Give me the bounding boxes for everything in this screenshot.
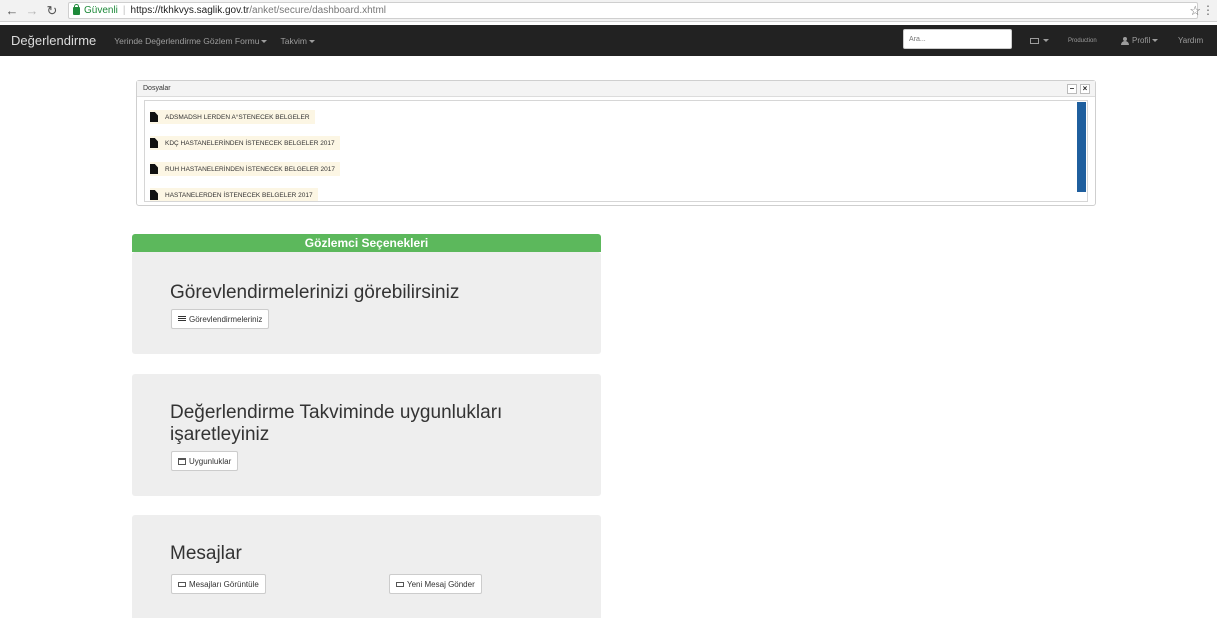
file-item[interactable]: KDÇ HASTANELERİNDEN İSTENECEK BELGELER 2…	[150, 136, 340, 150]
address-bar[interactable]: Güvenli | https://tkhkvys.saglik.gov.tr …	[68, 2, 1198, 19]
reload-icon[interactable]: ↻	[44, 3, 60, 19]
messages-card: Mesajlar Mesajları Görüntüle Yeni Mesaj …	[132, 515, 601, 618]
profile-dropdown[interactable]: Profil	[1121, 25, 1159, 56]
menu-takvim-label: Takvim	[280, 35, 307, 46]
assignments-button[interactable]: Görevlendirmeleriniz	[171, 309, 270, 329]
bookmark-star-icon[interactable]: ☆	[1189, 3, 1201, 19]
menu-gozlem-formu-label: Yerinde Değerlendirme Gözlem Formu	[114, 35, 260, 46]
file-item-label: KDÇ HASTANELERİNDEN İSTENECEK BELGELER 2…	[165, 139, 335, 147]
assignments-card: Görevlendirmelerinizi görebilirsiniz Gör…	[132, 252, 601, 354]
forward-arrow-icon[interactable]: →	[24, 3, 40, 19]
files-panel: Dosyalar – × ADSMADSH LERDEN A°STENECEK …	[136, 80, 1096, 206]
file-icon	[150, 164, 158, 174]
file-icon	[150, 190, 158, 200]
url-host: https://tkhkvys.saglik.gov.tr	[130, 5, 250, 16]
files-panel-header: Dosyalar – ×	[137, 81, 1095, 97]
back-arrow-icon[interactable]: ←	[4, 3, 20, 19]
user-icon	[1121, 36, 1129, 45]
assignments-button-label: Görevlendirmeleriniz	[189, 314, 263, 324]
file-icon	[150, 138, 158, 148]
file-item[interactable]: RUH HASTANELERİNDEN İSTENECEK BELGELER 2…	[150, 162, 341, 176]
availability-title: Değerlendirme Takviminde uygunlukları iş…	[170, 402, 502, 446]
address-separator: |	[122, 5, 126, 16]
availability-button-label: Uygunluklar	[189, 456, 232, 466]
list-icon	[178, 316, 186, 322]
caret-down-icon	[308, 39, 315, 43]
menu-gozlem-formu[interactable]: Yerinde Değerlendirme Gözlem Formu	[114, 35, 268, 46]
search-input[interactable]	[903, 29, 1012, 49]
view-messages-button[interactable]: Mesajları Görüntüle	[171, 574, 266, 594]
file-item-label: RUH HASTANELERİNDEN İSTENECEK BELGELER 2…	[165, 165, 336, 173]
availability-button[interactable]: Uygunluklar	[171, 451, 239, 471]
files-scrollbar[interactable]	[1077, 102, 1086, 192]
caret-down-icon	[261, 39, 268, 43]
secure-label: Güvenli	[84, 5, 118, 16]
availability-title-line2: işaretleyiniz	[170, 424, 270, 445]
caret-down-icon	[1043, 39, 1049, 42]
help-link[interactable]: Yardım	[1178, 25, 1203, 56]
availability-card: Değerlendirme Takviminde uygunlukları iş…	[132, 374, 601, 496]
app-navbar: Değerlendirme Yerinde Değerlendirme Gözl…	[0, 25, 1217, 56]
availability-title-line1: Değerlendirme Takviminde uygunlukları	[170, 402, 503, 423]
minimize-icon[interactable]: –	[1067, 84, 1077, 94]
lock-icon	[73, 3, 80, 15]
envelope-icon	[1030, 37, 1039, 44]
new-message-button[interactable]: Yeni Mesaj Gönder	[389, 574, 482, 594]
browser-menu-icon[interactable]: ⋮	[1202, 3, 1214, 17]
navbar-brand[interactable]: Değerlendirme	[11, 33, 96, 48]
envelope-icon	[178, 581, 186, 587]
new-message-label: Yeni Mesaj Gönder	[407, 579, 475, 589]
file-item-label: HASTANELERDEN İSTENECEK BELGELER 2017	[165, 191, 313, 199]
files-panel-title: Dosyalar	[143, 85, 171, 92]
caret-down-icon	[1152, 39, 1159, 42]
profile-label: Profil	[1132, 36, 1151, 45]
file-item[interactable]: ADSMADSH LERDEN A°STENECEK BELGELER	[150, 110, 315, 124]
url-path: /anket/secure/dashboard.xhtml	[249, 5, 387, 16]
envelope-icon	[396, 581, 404, 587]
file-item-label: ADSMADSH LERDEN A°STENECEK BELGELER	[165, 113, 310, 121]
browser-toolbar: ← → ↻ Güvenli | https://tkhkvys.saglik.g…	[0, 0, 1217, 22]
file-icon	[150, 112, 158, 122]
close-icon[interactable]: ×	[1080, 84, 1090, 94]
files-list: ADSMADSH LERDEN A°STENECEK BELGELER KDÇ …	[144, 100, 1088, 202]
messages-dropdown[interactable]	[1030, 25, 1049, 56]
options-header: Gözlemci Seçenekleri	[132, 234, 601, 252]
assignments-title: Görevlendirmelerinizi görebilirsiniz	[170, 282, 460, 303]
menu-takvim[interactable]: Takvim	[280, 35, 315, 46]
file-item[interactable]: HASTANELERDEN İSTENECEK BELGELER 2017	[150, 188, 318, 201]
view-messages-label: Mesajları Görüntüle	[189, 579, 259, 589]
calendar-icon	[178, 457, 186, 465]
environment-label: Production	[1068, 37, 1097, 44]
messages-title: Mesajlar	[170, 543, 242, 564]
